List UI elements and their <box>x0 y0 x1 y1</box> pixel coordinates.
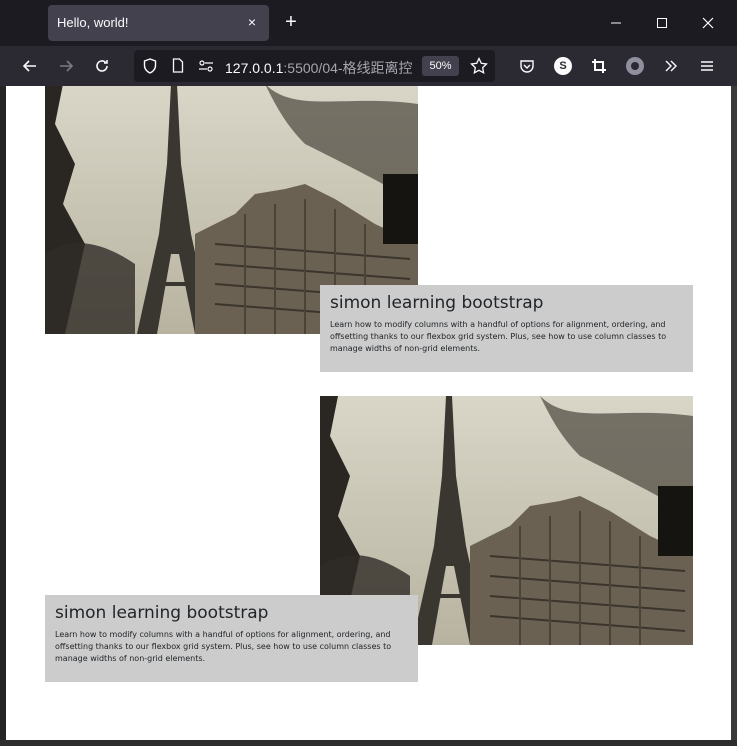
crop-button[interactable] <box>587 54 611 78</box>
url-path: :5500/04-格线距离控 <box>283 60 413 76</box>
bookmark-star-icon[interactable] <box>469 56 489 76</box>
pocket-icon <box>520 60 534 73</box>
reload-button[interactable] <box>90 54 114 78</box>
pocket-button[interactable] <box>515 54 539 78</box>
url-text[interactable]: 127.0.0.1:5500/04-格线距离控 <box>225 58 413 78</box>
extension-circle-icon[interactable] <box>626 57 644 75</box>
title-bar: Hello, world! × + <box>0 0 737 46</box>
background-window-edge-bottom <box>0 740 737 746</box>
menu-button[interactable] <box>695 54 719 78</box>
card-text: Learn how to modify columns with a handf… <box>55 630 392 663</box>
new-tab-button[interactable]: + <box>281 12 301 32</box>
maximize-button[interactable] <box>650 11 674 35</box>
back-button[interactable] <box>18 54 42 78</box>
tab-close-icon[interactable]: × <box>243 13 261 31</box>
tab-title: Hello, world! <box>57 15 129 30</box>
permissions-icon[interactable] <box>196 56 216 76</box>
url-bar[interactable]: 127.0.0.1:5500/04-格线距离控 50% <box>134 50 495 82</box>
close-window-button[interactable] <box>696 11 720 35</box>
overflow-button[interactable] <box>659 54 683 78</box>
card-caption-1: simon learning bootstrap Learn how to mo… <box>320 285 693 372</box>
reload-icon <box>96 60 108 72</box>
card-title: simon learning bootstrap <box>330 293 544 313</box>
double-chevron-icon <box>665 60 677 72</box>
back-arrow-icon <box>22 60 36 72</box>
profile-s-icon[interactable]: S <box>554 57 572 75</box>
shield-icon[interactable] <box>140 56 160 76</box>
forward-button[interactable] <box>54 54 78 78</box>
zoom-level-badge[interactable]: 50% <box>422 56 459 76</box>
card-caption-2: simon learning bootstrap Learn how to mo… <box>45 595 418 682</box>
browser-tab[interactable]: Hello, world! × <box>48 5 269 41</box>
hamburger-icon <box>701 61 713 71</box>
navigation-bar: 127.0.0.1:5500/04-格线距离控 50% S <box>0 46 737 86</box>
url-host: 127.0.0.1 <box>225 60 284 76</box>
browser-window: Hello, world! × + 127.0.0.1:5500/04-格线距离… <box>0 0 737 746</box>
card-title: simon learning bootstrap <box>55 603 269 623</box>
card-text: Learn how to modify columns with a handf… <box>330 320 667 353</box>
crop-icon <box>592 59 606 73</box>
background-window-edge-right <box>731 86 737 746</box>
page-icon[interactable] <box>168 56 188 76</box>
page-viewport[interactable]: simon learning bootstrap Learn how to mo… <box>6 86 731 740</box>
forward-arrow-icon <box>60 60 74 72</box>
minimize-button[interactable] <box>604 11 628 35</box>
